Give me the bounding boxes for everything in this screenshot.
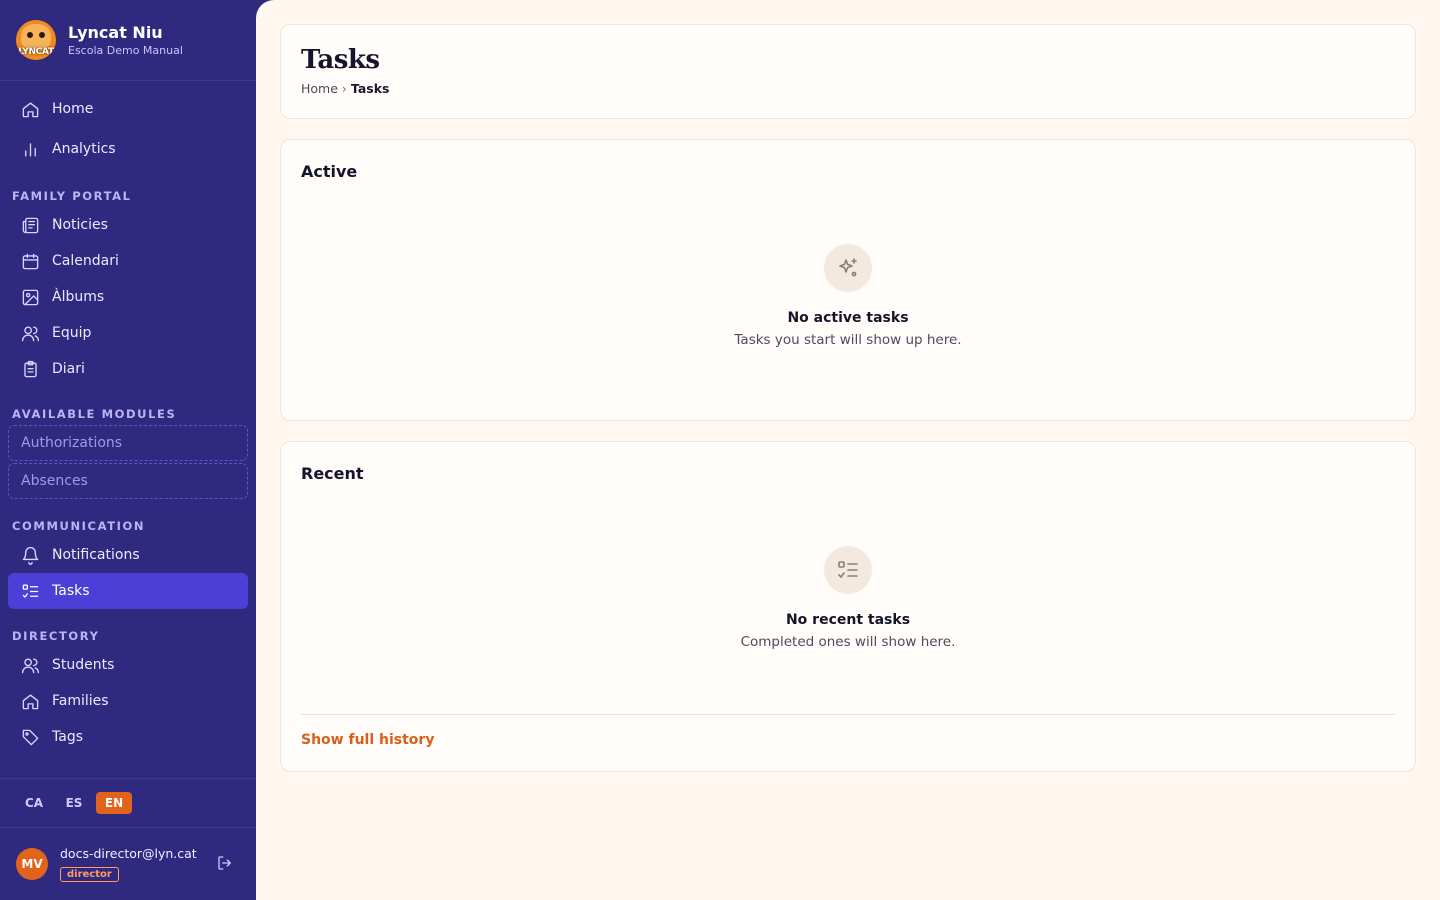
- sidebar-item-analytics[interactable]: Analytics: [8, 129, 248, 169]
- active-empty-subtitle: Tasks you start will show up here.: [734, 332, 962, 348]
- sidebar-item-label: Tasks: [52, 583, 90, 599]
- section-label-communication: COMMUNICATION: [12, 519, 146, 533]
- brand-header[interactable]: LYNCAT Lyncat Niu Escola Demo Manual: [0, 0, 256, 81]
- recent-empty-subtitle: Completed ones will show here.: [740, 634, 956, 650]
- active-section-title: Active: [301, 162, 358, 181]
- calendar-icon: [20, 251, 40, 271]
- show-full-history-link[interactable]: Show full history: [301, 732, 434, 748]
- active-empty-title: No active tasks: [787, 310, 909, 326]
- breadcrumb: Home › Tasks: [301, 81, 1395, 96]
- home-icon: [20, 99, 40, 119]
- breadcrumb-separator: ›: [341, 81, 347, 96]
- user-panel: MV docs-director@lyn.cat director: [0, 828, 256, 900]
- breadcrumb-current: Tasks: [350, 81, 390, 96]
- language-switcher: CA ES EN: [0, 778, 256, 828]
- sidebar-item-students[interactable]: Students: [8, 647, 248, 683]
- task-list-icon: [20, 581, 40, 601]
- module-absences[interactable]: Absences: [8, 463, 248, 499]
- users-icon: [20, 655, 40, 675]
- lang-es-button[interactable]: ES: [56, 792, 92, 814]
- home-icon: [20, 691, 40, 711]
- sidebar-item-label: Calendari: [52, 253, 119, 269]
- active-empty-state: No active tasks Tasks you start will sho…: [281, 244, 1415, 348]
- logo-wordmark: LYNCAT: [18, 47, 54, 57]
- brand-subtitle: Escola Demo Manual: [68, 44, 183, 57]
- sidebar-item-label: Àlbums: [52, 289, 105, 305]
- bell-icon: [20, 545, 40, 565]
- users-icon: [20, 323, 40, 343]
- sidebar-item-noticies[interactable]: Noticies: [8, 207, 248, 243]
- main-content: Tasks Home › Tasks Active No active task…: [256, 0, 1440, 900]
- clipboard-icon: [20, 359, 40, 379]
- logout-button[interactable]: [216, 854, 236, 874]
- sidebar-item-label: Equip: [52, 325, 92, 341]
- newspaper-icon: [20, 215, 40, 235]
- sidebar-item-tags[interactable]: Tags: [8, 719, 248, 755]
- divider: [301, 714, 1395, 715]
- sidebar-item-label: Home: [52, 101, 94, 117]
- image-icon: [20, 287, 40, 307]
- module-authorizations[interactable]: Authorizations: [8, 425, 248, 461]
- brand-name: Lyncat Niu: [68, 23, 163, 42]
- sidebar-item-calendari[interactable]: Calendari: [8, 243, 248, 279]
- sidebar-item-label: Notifications: [52, 547, 140, 563]
- sidebar-item-label: Noticies: [52, 217, 108, 233]
- sidebar-item-families[interactable]: Families: [8, 683, 248, 719]
- recent-empty-title: No recent tasks: [785, 612, 911, 628]
- logout-icon: [218, 856, 231, 870]
- sidebar-item-label: Diari: [52, 361, 85, 377]
- page-title: Tasks: [301, 45, 380, 75]
- sidebar-item-equip[interactable]: Equip: [8, 315, 248, 351]
- active-tasks-card: Active No active tasks Tasks you start w…: [280, 139, 1416, 421]
- sidebar-nav: Home Analytics FAMILY PORTAL Noticies Ca…: [0, 81, 256, 755]
- user-email: docs-director@lyn.cat: [60, 846, 197, 861]
- page-header: Tasks Home › Tasks: [280, 24, 1416, 119]
- sparkles-icon: [824, 244, 872, 292]
- sidebar-item-tasks[interactable]: Tasks: [8, 573, 248, 609]
- sidebar-item-label: Tags: [52, 729, 83, 745]
- recent-empty-state: No recent tasks Completed ones will show…: [281, 546, 1415, 650]
- sidebar: LYNCAT Lyncat Niu Escola Demo Manual Hom…: [0, 0, 256, 900]
- section-label-directory: DIRECTORY: [12, 629, 100, 643]
- task-list-icon: [824, 546, 872, 594]
- recent-tasks-card: Recent No recent tasks Completed ones wi…: [280, 441, 1416, 772]
- lang-ca-button[interactable]: CA: [16, 792, 52, 814]
- section-label-family-portal: FAMILY PORTAL: [12, 189, 132, 203]
- sidebar-item-notifications[interactable]: Notifications: [8, 537, 248, 573]
- lang-en-button[interactable]: EN: [96, 792, 132, 814]
- sidebar-item-diari[interactable]: Diari: [8, 351, 248, 387]
- sidebar-item-albums[interactable]: Àlbums: [8, 279, 248, 315]
- sidebar-item-label: Analytics: [52, 141, 116, 157]
- section-label-available-modules: AVAILABLE MODULES: [12, 407, 177, 421]
- sidebar-item-home[interactable]: Home: [8, 89, 248, 129]
- bar-chart-icon: [20, 139, 40, 159]
- avatar[interactable]: MV: [16, 848, 48, 880]
- role-badge: director: [60, 867, 119, 882]
- sidebar-item-label: Families: [52, 693, 109, 709]
- breadcrumb-home-link[interactable]: Home: [301, 81, 338, 96]
- lyncat-logo: LYNCAT: [16, 20, 56, 60]
- sidebar-item-label: Students: [52, 657, 115, 673]
- recent-section-title: Recent: [301, 464, 364, 483]
- tag-icon: [20, 727, 40, 747]
